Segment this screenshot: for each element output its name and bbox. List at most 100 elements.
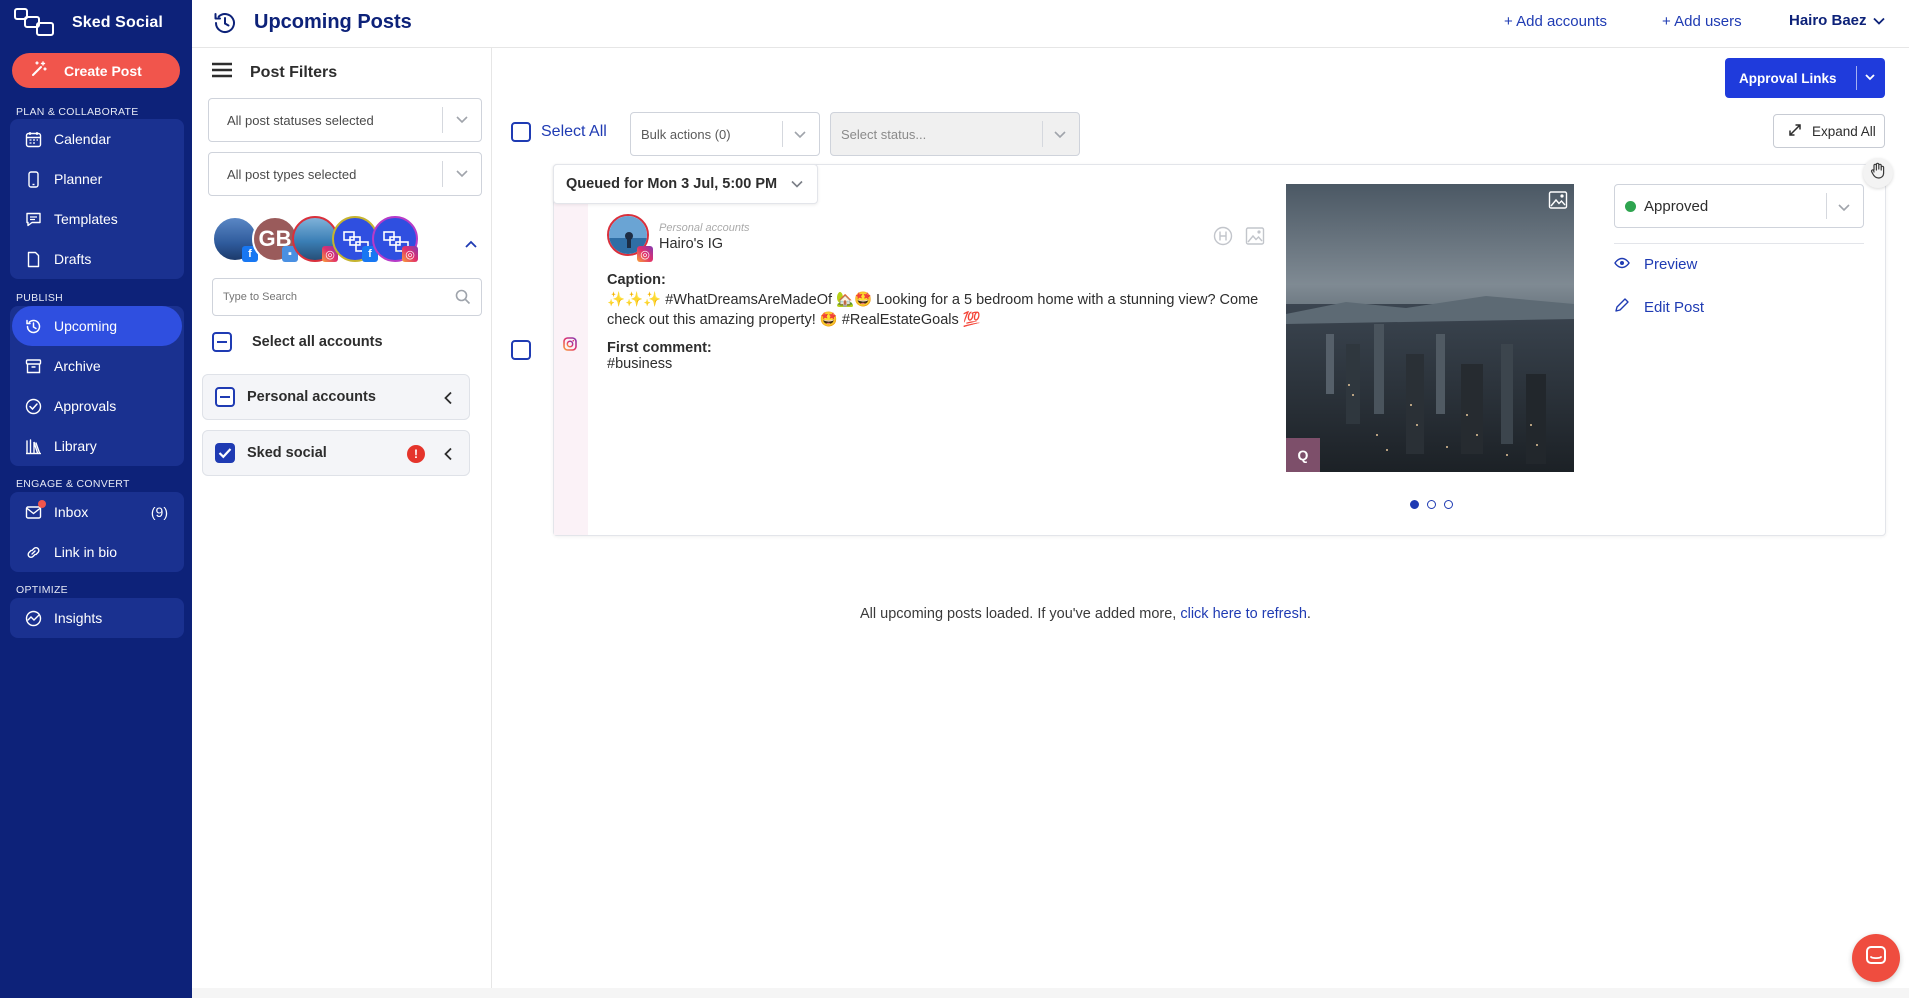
add-accounts-link[interactable]: + Add accounts	[1504, 13, 1607, 30]
carousel-dot[interactable]	[1444, 500, 1453, 509]
post-type-filter[interactable]: All post types selected	[208, 152, 482, 196]
sidebar-item-templates[interactable]: Templates	[10, 199, 184, 239]
sidebar-item-link-in-bio[interactable]: Link in bio	[10, 532, 184, 572]
sidebar-item-label: Inbox	[54, 504, 89, 520]
chevron-down-icon	[455, 166, 469, 183]
caption-text: ✨✨✨ #WhatDreamsAreMadeOf 🏡🤩 Looking for …	[607, 292, 1259, 328]
chevron-down-icon	[793, 127, 807, 144]
chevron-left-icon[interactable]	[443, 447, 453, 465]
hashtag-h-icon	[1213, 226, 1233, 251]
account-group-label: Sked social	[247, 445, 327, 461]
sidebar-item-drafts[interactable]: Drafts	[10, 239, 184, 279]
expand-all-button[interactable]: Expand All	[1773, 114, 1885, 148]
preview-link[interactable]: Preview	[1614, 256, 1697, 273]
nav-group-plan: Calendar Planner Templates Drafts	[10, 119, 184, 279]
sidebar-item-archive[interactable]: Archive	[10, 346, 184, 386]
sidebar-item-upcoming[interactable]: Upcoming	[12, 306, 182, 346]
account-avatars: f GB ▪ ◎ f ◎	[212, 216, 442, 266]
chevron-down-icon[interactable]	[1864, 71, 1876, 86]
sidebar-item-label: Upcoming	[54, 318, 118, 334]
carousel-dot[interactable]	[1410, 500, 1419, 509]
select-all-posts[interactable]: Select All	[511, 122, 607, 142]
refresh-link[interactable]: click here to refresh	[1180, 606, 1307, 622]
caption-label: Caption:	[607, 272, 666, 288]
account-group-label: Personal accounts	[247, 389, 376, 405]
inbox-count: (9)	[150, 504, 168, 520]
checked-checkbox[interactable]	[215, 443, 235, 463]
library-icon	[24, 437, 42, 455]
sidebar-item-planner[interactable]: Planner	[10, 159, 184, 199]
history-icon	[212, 10, 238, 41]
sidebar-item-calendar[interactable]: Calendar	[10, 119, 184, 159]
chevron-up-icon[interactable]	[464, 236, 478, 254]
partial-checkbox[interactable]	[212, 332, 232, 352]
partial-checkbox[interactable]	[215, 387, 235, 407]
phone-icon	[24, 170, 42, 188]
brand[interactable]: Sked Social	[14, 8, 163, 38]
create-post-button[interactable]: Create Post	[12, 53, 180, 88]
queued-time-label: Queued for Mon 3 Jul, 5:00 PM	[566, 176, 778, 192]
select-status-select[interactable]: Select status...	[830, 112, 1080, 156]
post-status-select[interactable]: Approved	[1614, 184, 1864, 228]
approval-links-label: Approval Links	[1739, 70, 1837, 86]
select-all-checkbox[interactable]	[511, 122, 531, 142]
post-image[interactable]: Q	[1286, 184, 1574, 472]
history-icon	[24, 317, 42, 335]
menu-icon[interactable]	[212, 62, 232, 83]
image-icon[interactable]	[1548, 190, 1568, 215]
expand-all-label: Expand All	[1812, 123, 1876, 139]
sidebar-item-label: Templates	[54, 211, 118, 227]
account-group-sked-social[interactable]: Sked social !	[202, 430, 470, 476]
approval-links-button[interactable]: Approval Links	[1725, 58, 1885, 98]
post-type-value: All post types selected	[227, 166, 357, 182]
instagram-icon	[563, 337, 577, 356]
section-label-optimize: OPTIMIZE	[16, 584, 68, 596]
eye-icon	[1614, 256, 1630, 273]
sidebar: Sked Social Create Post PLAN & COLLABORA…	[0, 0, 192, 998]
post-filters-header: Post Filters	[212, 62, 337, 83]
post-filters-title: Post Filters	[250, 63, 338, 81]
sidebar-item-insights[interactable]: Insights	[10, 598, 184, 638]
bottom-scroll-area	[192, 988, 1909, 998]
magic-wand-icon	[30, 60, 48, 81]
bulk-actions-value: Bulk actions (0)	[641, 126, 731, 142]
edit-post-link[interactable]: Edit Post	[1614, 297, 1704, 317]
instagram-icon: ◎	[402, 246, 418, 262]
post-account-kind: Personal accounts	[659, 222, 750, 234]
sidebar-item-approvals[interactable]: Approvals	[10, 386, 184, 426]
account-search	[212, 278, 482, 316]
drafts-icon	[24, 250, 42, 268]
section-label-engage: ENGAGE & CONVERT	[16, 478, 130, 490]
expand-icon	[1788, 123, 1802, 140]
image-type-badge: Q	[1286, 438, 1320, 472]
hand-icon	[1869, 162, 1887, 185]
create-post-label: Create Post	[64, 62, 142, 79]
nav-group-optimize: Insights	[10, 598, 184, 638]
chevron-left-icon[interactable]	[443, 391, 453, 409]
post-status-filter[interactable]: All post statuses selected	[208, 98, 482, 142]
user-menu[interactable]: Hairo Baez	[1789, 12, 1885, 29]
main-content: Approval Links Expand All Select All Bul…	[493, 48, 1909, 998]
bulk-actions-select[interactable]: Bulk actions (0)	[630, 112, 820, 156]
queued-time-dropdown[interactable]: Queued for Mon 3 Jul, 5:00 PM	[553, 164, 819, 204]
add-users-link[interactable]: + Add users	[1662, 13, 1742, 30]
nav-group-publish: Upcoming Archive Approvals Library	[10, 306, 184, 466]
drag-handle[interactable]	[1863, 158, 1893, 188]
carousel-dot[interactable]	[1427, 500, 1436, 509]
sidebar-item-library[interactable]: Library	[10, 426, 184, 466]
account-search-input[interactable]	[223, 291, 443, 303]
account-group-personal[interactable]: Personal accounts	[202, 374, 470, 420]
edit-post-label: Edit Post	[1644, 298, 1705, 316]
chat-icon	[1865, 945, 1887, 972]
carousel-dots	[1410, 500, 1453, 509]
post-checkbox[interactable]	[511, 340, 531, 360]
select-all-accounts[interactable]: Select all accounts	[212, 332, 383, 352]
sidebar-item-label: Library	[54, 438, 97, 454]
posts-loaded-text: All upcoming posts loaded. If you've add…	[860, 606, 1181, 622]
user-name: Hairo Baez	[1789, 12, 1867, 29]
sidebar-item-inbox[interactable]: Inbox (9)	[10, 492, 184, 532]
chat-button[interactable]	[1852, 934, 1900, 982]
post-filters-panel: Post Filters All post statuses selected …	[192, 48, 492, 988]
templates-icon	[24, 210, 42, 228]
image-icon	[1245, 226, 1265, 251]
